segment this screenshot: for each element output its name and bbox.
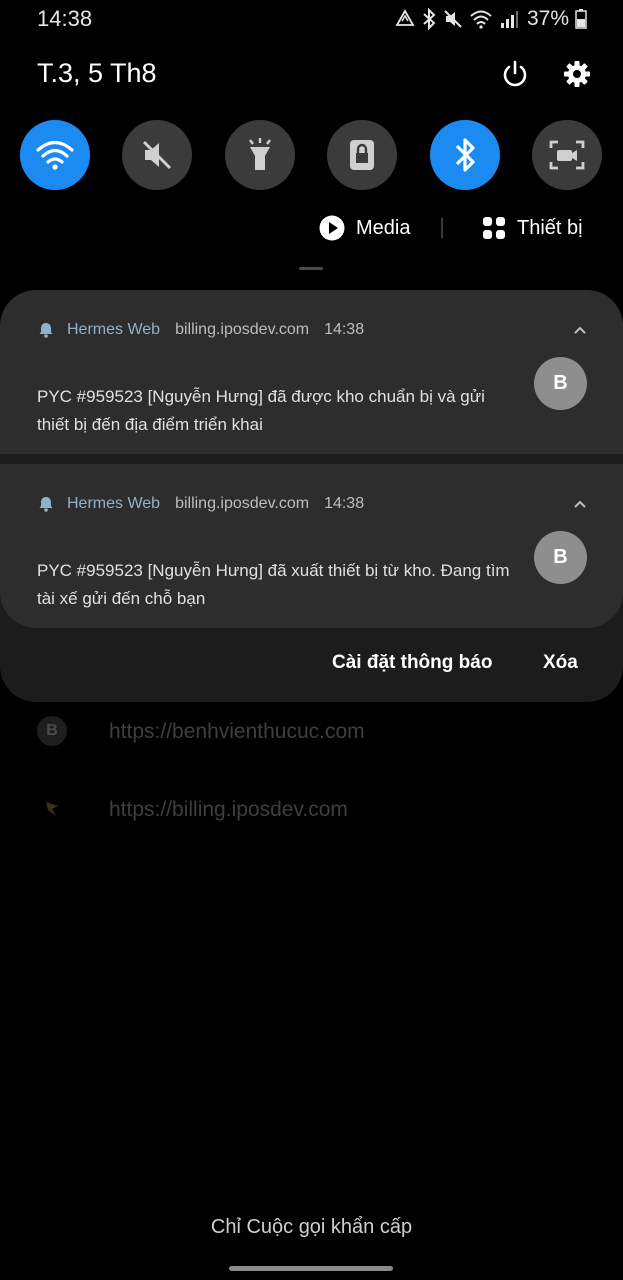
chevron-up-icon[interactable]: [571, 322, 589, 340]
notification-message: PYC #959523 [Nguyễn Hưng] đã xuất thiết …: [37, 561, 510, 608]
battery-icon: [575, 9, 587, 29]
signal-icon: [500, 11, 518, 28]
tile-wifi[interactable]: [20, 120, 90, 190]
notification-panel: Hermes Web billing.iposdev.com 14:38 PYC…: [0, 290, 623, 702]
bell-icon: [39, 323, 53, 338]
wifi-icon: [470, 10, 492, 29]
status-bar: 14:38 37%: [0, 0, 623, 38]
media-label: Media: [356, 216, 411, 239]
bluetooth-icon: [423, 8, 436, 30]
favicon-icon: [46, 802, 58, 816]
lock-screen: 14:38 37% T.3, 5 Th8 Media Thiết bị Herm…: [0, 0, 623, 1280]
notification-time: 14:38: [324, 321, 365, 338]
avatar: B: [534, 531, 587, 584]
notification-source: billing.iposdev.com: [175, 495, 310, 512]
home-indicator[interactable]: [229, 1266, 393, 1271]
background-url: https://benhvienthucuc.com: [109, 720, 365, 743]
notification-app-name: Hermes Web: [67, 495, 161, 512]
screen-capture-icon: [549, 140, 585, 170]
background-list-item: https://billing.iposdev.com: [0, 790, 623, 830]
chevron-up-icon[interactable]: [571, 496, 589, 514]
site-icon: B: [37, 716, 67, 746]
background-list-item: B https://benhvienthucuc.com: [0, 712, 623, 752]
wifi-icon: [36, 140, 74, 170]
divider: [441, 218, 443, 238]
background-url: https://billing.iposdev.com: [109, 798, 348, 821]
gear-icon: [564, 61, 590, 87]
battery-percent: 37%: [526, 7, 569, 30]
notification-card[interactable]: Hermes Web billing.iposdev.com 14:38 PYC…: [0, 290, 623, 454]
clear-button[interactable]: Xóa: [543, 652, 578, 674]
devices-grid-icon: [483, 217, 505, 239]
tile-screen-lock[interactable]: [327, 120, 397, 190]
notification-settings-button[interactable]: Cài đặt thông báo: [332, 652, 492, 674]
bluetooth-icon: [455, 138, 475, 172]
power-icon: [503, 60, 527, 87]
tile-bluetooth[interactable]: [430, 120, 500, 190]
mute-icon: [444, 10, 462, 28]
devices-button[interactable]: Thiết bị: [482, 210, 583, 246]
status-icons: 37%: [395, 6, 587, 32]
sound-off-icon: [142, 140, 172, 170]
panel-drag-handle[interactable]: [299, 267, 323, 270]
notification-source: billing.iposdev.com: [175, 321, 310, 338]
notification-header: Hermes Web billing.iposdev.com 14:38: [37, 493, 364, 515]
tile-flashlight[interactable]: [225, 120, 295, 190]
notification-message: PYC #959523 [Nguyễn Hưng] đã được kho ch…: [37, 387, 485, 434]
quick-panel-date: T.3, 5 Th8: [37, 58, 157, 88]
media-device-row: Media Thiết bị: [0, 210, 623, 246]
quick-settings-tiles: [20, 120, 603, 190]
bell-icon: [39, 497, 53, 512]
media-button[interactable]: Media: [319, 210, 410, 246]
settings-button[interactable]: [562, 59, 592, 89]
play-icon: [319, 215, 345, 241]
notification-time: 14:38: [324, 495, 365, 512]
notification-app-name: Hermes Web: [67, 321, 161, 338]
power-button[interactable]: [500, 59, 530, 89]
sync-icon: [395, 9, 415, 26]
tile-sound[interactable]: [122, 120, 192, 190]
notification-card[interactable]: Hermes Web billing.iposdev.com 14:38 PYC…: [0, 464, 623, 628]
emergency-calls-only: Chỉ Cuộc gọi khẩn cấp: [210, 1216, 413, 1238]
notification-actions: Cài đặt thông báo Xóa: [0, 642, 623, 686]
tile-screen-capture[interactable]: [532, 120, 602, 190]
avatar: B: [534, 357, 587, 410]
status-time: 14:38: [37, 6, 93, 31]
notification-header: Hermes Web billing.iposdev.com 14:38: [37, 319, 364, 341]
flashlight-icon: [249, 138, 271, 170]
lock-icon: [350, 140, 374, 170]
devices-label: Thiết bị: [517, 216, 583, 239]
